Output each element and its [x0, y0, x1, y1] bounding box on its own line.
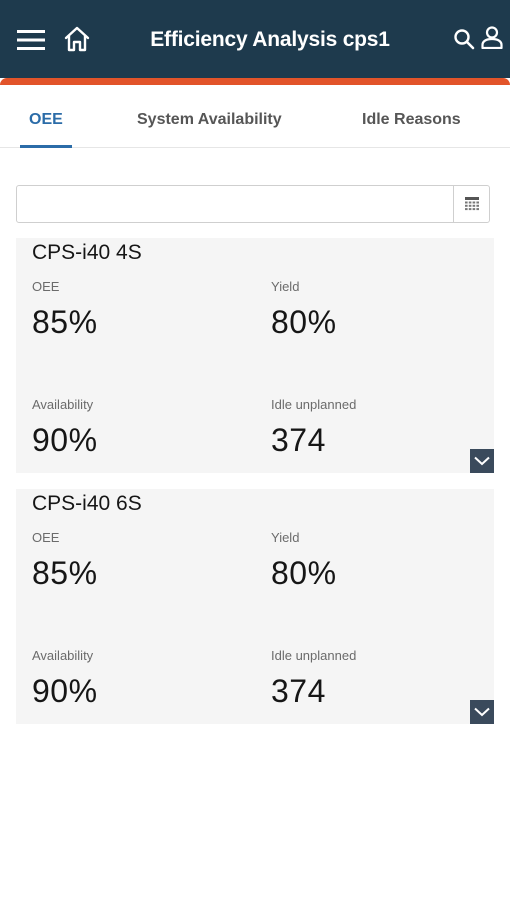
card-title: CPS-i40 4S [32, 241, 142, 264]
tab-bar: OEE System Availability Idle Reasons [0, 85, 510, 148]
active-tab-indicator [20, 145, 72, 148]
idle-unplanned-label: Idle unplanned [271, 397, 357, 412]
date-filter-input[interactable] [17, 186, 453, 222]
card-title: CPS-i40 6S [32, 492, 142, 515]
chevron-down-icon[interactable] [470, 700, 494, 724]
header-accent-strip [0, 78, 510, 85]
idle-unplanned-value: 374 [271, 422, 326, 458]
availability-label: Availability [32, 397, 94, 412]
app-header: Efficiency Analysis cps1 [0, 0, 510, 78]
oee-value: 85% [32, 304, 98, 340]
date-filter [16, 185, 490, 223]
tab-system-availability[interactable]: System Availability [137, 85, 282, 147]
chevron-down-icon[interactable] [470, 449, 494, 473]
oee-value: 85% [32, 555, 98, 591]
machine-card: CPS-i40 4S OEE 85% Yield 80% Availabilit… [16, 238, 494, 473]
page-title: Efficiency Analysis cps1 [150, 28, 390, 51]
yield-label: Yield [271, 279, 300, 294]
yield-label: Yield [271, 530, 300, 545]
home-icon[interactable] [60, 22, 94, 56]
oee-label: OEE [32, 279, 60, 294]
search-icon[interactable] [449, 24, 479, 54]
tab-oee[interactable]: OEE [29, 85, 63, 147]
idle-unplanned-label: Idle unplanned [271, 648, 357, 663]
user-icon[interactable] [478, 22, 506, 52]
availability-value: 90% [32, 673, 98, 709]
menu-icon[interactable] [14, 24, 48, 56]
oee-label: OEE [32, 530, 60, 545]
yield-value: 80% [271, 555, 337, 591]
tab-idle-reasons[interactable]: Idle Reasons [362, 85, 461, 147]
yield-value: 80% [271, 304, 337, 340]
calendar-icon[interactable] [453, 186, 489, 222]
availability-value: 90% [32, 422, 98, 458]
idle-unplanned-value: 374 [271, 673, 326, 709]
machine-card: CPS-i40 6S OEE 85% Yield 80% Availabilit… [16, 489, 494, 724]
availability-label: Availability [32, 648, 94, 663]
